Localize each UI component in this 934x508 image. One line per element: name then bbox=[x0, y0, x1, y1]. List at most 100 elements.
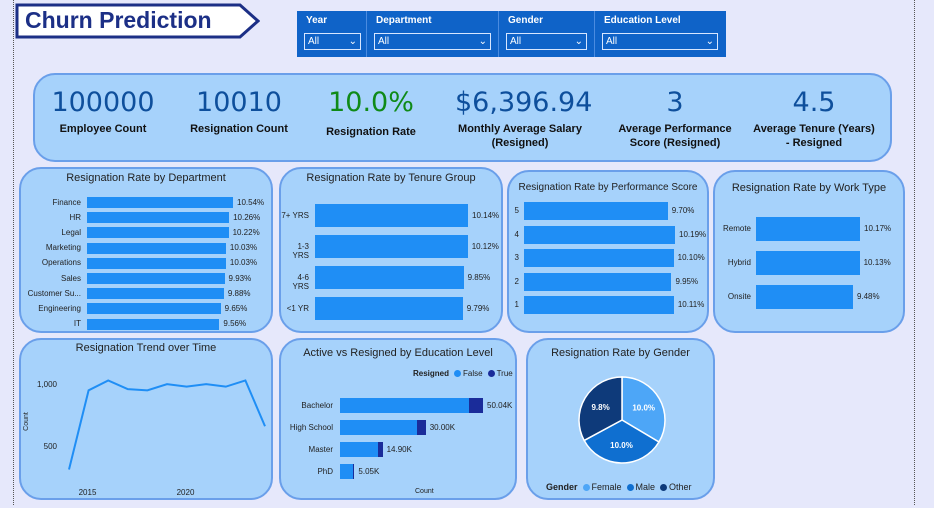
trend-plot bbox=[68, 379, 266, 470]
slicer-year: Year All ⌄ bbox=[297, 11, 367, 57]
legend-item[interactable]: False bbox=[463, 369, 483, 378]
data-label: 30.00K bbox=[429, 422, 456, 432]
kpi-value: 10.0% bbox=[328, 87, 414, 118]
category-label: Master bbox=[308, 444, 333, 454]
bar bbox=[87, 318, 220, 330]
data-label: 50.04K bbox=[487, 400, 513, 410]
category-label: 4-6 YRS bbox=[292, 272, 309, 291]
legend-item[interactable]: Female bbox=[592, 482, 622, 492]
chart-title: Resignation Rate by Work Type bbox=[731, 182, 887, 194]
y-tick-label: 500 bbox=[43, 442, 57, 452]
series-line bbox=[68, 379, 266, 470]
kpi-value: 100000 bbox=[51, 87, 155, 118]
category-label: 3 bbox=[514, 253, 519, 262]
data-label: 10.13% bbox=[863, 258, 891, 267]
category-label: Marketing bbox=[45, 243, 81, 253]
slice-label: 9.8% bbox=[591, 403, 609, 412]
bar-segment bbox=[340, 464, 353, 479]
slicer-panel: Year All ⌄ Department All ⌄ Gender All ⌄… bbox=[297, 11, 726, 57]
category-label: 4 bbox=[514, 229, 519, 239]
kpi-label: Employee Count bbox=[59, 123, 147, 135]
kpi-value: $6,396.94 bbox=[455, 87, 593, 118]
bar-segment bbox=[340, 398, 469, 413]
kpi-label: Resignation Rate bbox=[326, 126, 416, 138]
gender-dropdown[interactable]: All ⌄ bbox=[506, 33, 587, 50]
slicer-department: Department All ⌄ bbox=[367, 11, 499, 57]
category-label: Bachelor bbox=[301, 400, 333, 410]
category-label: 1-3 YRS bbox=[292, 241, 309, 260]
data-label: 9.65% bbox=[224, 303, 248, 313]
bar bbox=[87, 303, 221, 315]
chart-title: Resignation Rate by Performance Score bbox=[518, 182, 698, 193]
department-dropdown-value: All bbox=[378, 36, 390, 47]
data-label: 14.90K bbox=[386, 444, 412, 454]
y-tick-label: 1,000 bbox=[36, 380, 57, 390]
category-label: High School bbox=[289, 422, 333, 432]
data-label: 10.14% bbox=[472, 210, 500, 220]
legend-dot bbox=[660, 484, 668, 492]
bar bbox=[315, 204, 468, 227]
kpi-performance-score: 3 Average Performance Score (Resigned) bbox=[605, 87, 745, 150]
data-label: 9.70% bbox=[671, 206, 695, 215]
slice-label: 10.0% bbox=[610, 441, 633, 450]
category-label: Operations bbox=[41, 258, 81, 268]
data-label: 10.03% bbox=[229, 258, 258, 268]
legend-item[interactable]: Male bbox=[636, 482, 656, 492]
department-dropdown[interactable]: All ⌄ bbox=[374, 33, 491, 50]
bar bbox=[87, 197, 233, 208]
legend-item[interactable]: True bbox=[497, 369, 513, 378]
category-label: Sales bbox=[60, 273, 81, 283]
chart-department: Resignation Rate by Department Finance 10… bbox=[19, 167, 273, 333]
kpi-label: Average Tenure (Years) - Resigned bbox=[753, 123, 875, 149]
education-dropdown[interactable]: All ⌄ bbox=[602, 33, 718, 50]
category-label: Customer Su... bbox=[27, 288, 81, 298]
chevron-down-icon: ⌄ bbox=[705, 36, 714, 47]
data-label: 10.54% bbox=[237, 197, 265, 207]
year-dropdown[interactable]: All ⌄ bbox=[304, 33, 361, 50]
legend-dot bbox=[582, 484, 590, 492]
education-dropdown-value: All bbox=[606, 36, 618, 47]
x-axis-label: Count bbox=[415, 488, 434, 495]
bar-segment bbox=[417, 420, 426, 435]
bar bbox=[756, 285, 853, 309]
bar bbox=[524, 225, 675, 244]
data-label: 10.03% bbox=[229, 243, 258, 253]
bar-segment bbox=[352, 464, 355, 479]
legend-title: Gender bbox=[546, 482, 578, 492]
bar bbox=[756, 251, 860, 275]
data-label: 10.11% bbox=[677, 300, 705, 309]
data-label: 9.95% bbox=[675, 276, 699, 286]
legend-dot bbox=[487, 370, 495, 378]
chevron-down-icon: ⌄ bbox=[348, 36, 357, 47]
data-label: 5.05K bbox=[358, 466, 380, 476]
kpi-card: 100000 Employee Count 10010 Resignation … bbox=[33, 73, 892, 162]
category-label: IT bbox=[73, 319, 81, 329]
chart-education: Active vs Resigned by Education Level Re… bbox=[279, 338, 517, 500]
bar-segment bbox=[340, 442, 379, 457]
slicer-gender: Gender All ⌄ bbox=[499, 11, 595, 57]
bar bbox=[87, 227, 229, 239]
chart-legend: Gender Female Male Other bbox=[546, 482, 692, 492]
slicer-label-year: Year bbox=[306, 15, 328, 26]
legend-dot bbox=[626, 484, 634, 492]
gender-pie: 10.0% 10.0% 9.8% bbox=[578, 376, 666, 464]
category-label: 5 bbox=[514, 206, 519, 215]
data-label: 10.22% bbox=[232, 227, 260, 237]
title-banner: Churn Prediction bbox=[15, 3, 260, 39]
bar bbox=[756, 217, 860, 241]
category-label: HR bbox=[69, 212, 81, 222]
chart-title: Resignation Rate by Department bbox=[66, 172, 226, 184]
kpi-employee-count: 100000 Employee Count bbox=[35, 87, 171, 136]
year-dropdown-value: All bbox=[308, 36, 320, 47]
legend-item[interactable]: Other bbox=[669, 482, 692, 492]
chart-trend: Resignation Trend over Time 1,000 500 2015… bbox=[19, 338, 273, 500]
gender-dropdown-value: All bbox=[510, 36, 522, 47]
data-label: 10.12% bbox=[471, 241, 499, 251]
bar bbox=[87, 257, 226, 269]
slice-label: 10.0% bbox=[632, 404, 655, 413]
category-label: Legal bbox=[61, 227, 81, 237]
bar bbox=[524, 272, 672, 291]
chart-gender: Resignation Rate by Gender 10.0% 10.0% 9.8… bbox=[526, 338, 715, 500]
bar-segment bbox=[468, 398, 483, 413]
data-label: 9.79% bbox=[466, 303, 490, 313]
